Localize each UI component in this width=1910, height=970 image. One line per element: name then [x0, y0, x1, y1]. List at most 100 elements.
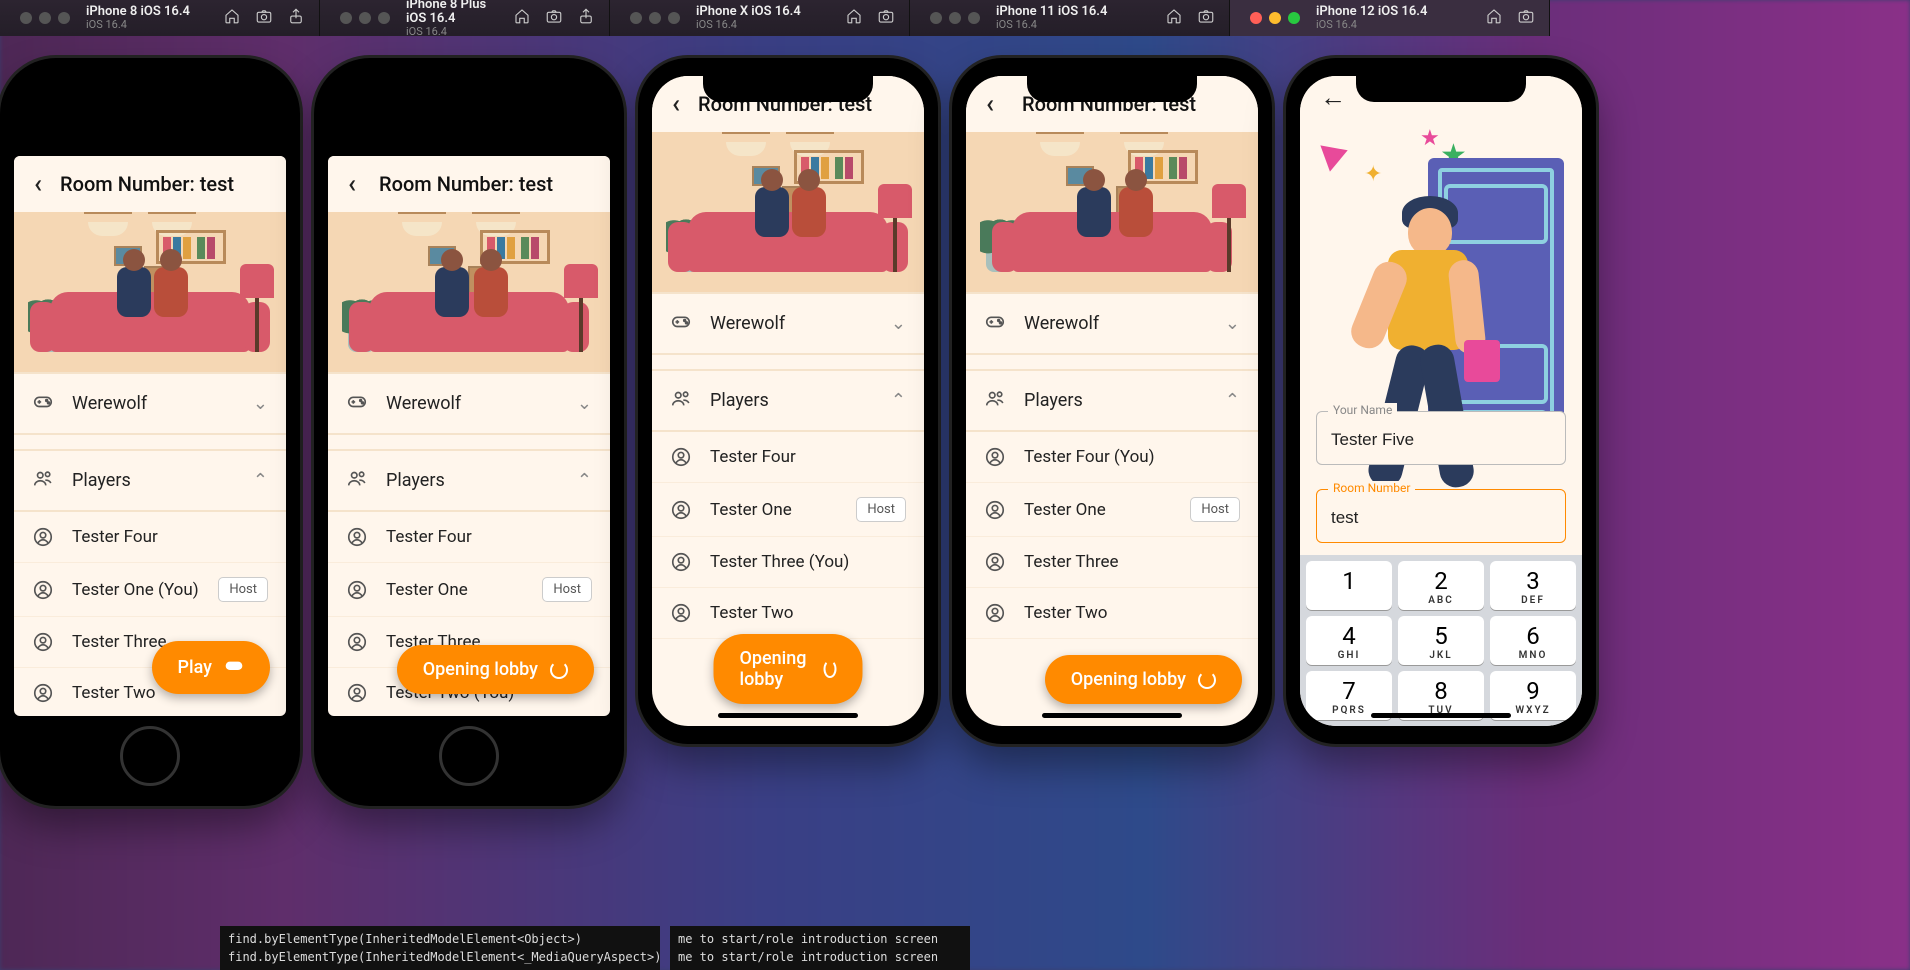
- phone-screen: ‹ Room Number: test Werewolf ⌄ Players ⌃…: [328, 156, 610, 716]
- share-icon[interactable]: [577, 7, 595, 29]
- players-section-header[interactable]: Players ⌃: [966, 369, 1258, 432]
- home-indicator[interactable]: [718, 713, 858, 718]
- home-indicator[interactable]: [1371, 713, 1511, 718]
- back-button[interactable]: ←: [1312, 78, 1354, 117]
- home-icon[interactable]: [223, 7, 241, 29]
- home-icon[interactable]: [513, 7, 531, 29]
- host-badge: Host: [856, 497, 906, 522]
- simulator-tab[interactable]: iPhone 8 Plus iOS 16.4 iOS 16.4: [320, 0, 610, 36]
- phone-1: ‹ Room Number: test Werewolf ⌄ Players ⌃…: [314, 58, 624, 806]
- lobby-illustration: [328, 212, 610, 372]
- phone-2: ‹ Room Number: test Werewolf ⌄ Players ⌃…: [638, 58, 938, 744]
- opening-lobby-button[interactable]: Opening lobby: [714, 634, 863, 704]
- simulator-os: iOS 16.4: [1316, 19, 1427, 31]
- home-icon[interactable]: [1165, 7, 1183, 29]
- people-icon: [984, 387, 1006, 414]
- player-row: Tester Two: [652, 588, 924, 639]
- screenshot-icon[interactable]: [1517, 7, 1535, 29]
- person-icon: [32, 682, 54, 704]
- person-icon: [346, 682, 368, 704]
- play-label: Play: [178, 657, 212, 678]
- share-icon[interactable]: [287, 7, 305, 29]
- screenshot-icon[interactable]: [255, 7, 273, 29]
- keypad-key-4[interactable]: 4 GHI: [1306, 616, 1392, 665]
- players-section-header[interactable]: Players ⌃: [652, 369, 924, 432]
- room-input[interactable]: [1316, 489, 1566, 543]
- screenshot-icon[interactable]: [545, 7, 563, 29]
- player-name: Tester Four: [710, 447, 906, 467]
- player-row: Tester OneHost: [328, 563, 610, 617]
- players-section-header[interactable]: Players ⌃: [14, 449, 286, 512]
- person-icon: [984, 551, 1006, 573]
- simulator-device: iPhone 8 Plus iOS 16.4: [406, 0, 503, 26]
- simulator-os: iOS 16.4: [996, 19, 1107, 31]
- person-icon: [670, 446, 692, 468]
- lobby-header: ‹ Room Number: test: [14, 156, 286, 212]
- home-indicator[interactable]: [1042, 713, 1182, 718]
- people-icon: [346, 467, 368, 494]
- chevron-up-icon: ⌃: [577, 470, 592, 491]
- player-name: Tester Four: [386, 527, 592, 547]
- opening-lobby-button[interactable]: Opening lobby: [1045, 655, 1242, 704]
- keypad-key-3[interactable]: 3 DEF: [1490, 561, 1576, 610]
- screenshot-icon[interactable]: [877, 7, 895, 29]
- game-selector[interactable]: Werewolf ⌄: [652, 292, 924, 355]
- chevron-down-icon: ⌄: [1225, 313, 1240, 334]
- simulator-tab[interactable]: iPhone 12 iOS 16.4 iOS 16.4: [1230, 0, 1550, 36]
- game-selector[interactable]: Werewolf ⌄: [966, 292, 1258, 355]
- room-field[interactable]: Room Number: [1316, 489, 1566, 543]
- simulator-tab[interactable]: iPhone 8 iOS 16.4 iOS 16.4: [0, 0, 320, 36]
- players-label: Players: [1024, 390, 1207, 411]
- game-label: Werewolf: [72, 393, 235, 414]
- keypad-key-5[interactable]: 5 JKL: [1398, 616, 1484, 665]
- player-row: Tester Three: [966, 537, 1258, 588]
- keypad-key-2[interactable]: 2 ABC: [1398, 561, 1484, 610]
- person-icon: [346, 579, 368, 601]
- player-row: Tester Four: [14, 512, 286, 563]
- simulator-device: iPhone 11 iOS 16.4: [996, 5, 1107, 19]
- players-section-header[interactable]: Players ⌃: [328, 449, 610, 512]
- home-icon[interactable]: [1485, 7, 1503, 29]
- person-icon: [670, 602, 692, 624]
- simulator-os: iOS 16.4: [406, 26, 503, 38]
- terminal-output: me to start/role introduction screen me …: [670, 926, 970, 970]
- person-icon: [984, 499, 1006, 521]
- simulator-tab[interactable]: iPhone 11 iOS 16.4 iOS 16.4: [910, 0, 1230, 36]
- phone-screen: ‹ Room Number: test Werewolf ⌄ Players ⌃…: [652, 76, 924, 726]
- player-name: Tester Two: [1024, 603, 1240, 623]
- home-button[interactable]: [120, 726, 180, 786]
- simulator-os: iOS 16.4: [696, 19, 801, 31]
- room-title: Room Number: test: [334, 172, 598, 196]
- player-name: Tester One: [710, 500, 838, 520]
- game-selector[interactable]: Werewolf ⌄: [14, 372, 286, 435]
- game-label: Werewolf: [1024, 313, 1207, 334]
- terminal-output: find.byElementType(InheritedModelElement…: [220, 926, 660, 970]
- game-label: Werewolf: [386, 393, 559, 414]
- player-row: Tester Two: [966, 588, 1258, 639]
- player-row: Tester Four: [328, 512, 610, 563]
- keypad-key-1[interactable]: 1: [1306, 561, 1392, 610]
- person-icon: [32, 526, 54, 548]
- game-selector[interactable]: Werewolf ⌄: [328, 372, 610, 435]
- player-row: Tester Four (You): [966, 432, 1258, 483]
- simulator-tab[interactable]: iPhone X iOS 16.4 iOS 16.4: [610, 0, 910, 36]
- gamepad-icon: [984, 310, 1006, 337]
- home-button[interactable]: [439, 726, 499, 786]
- gamepad-icon: [346, 390, 368, 417]
- screenshot-icon[interactable]: [1197, 7, 1215, 29]
- room-label: Room Number: [1328, 481, 1415, 495]
- play-button[interactable]: Play: [152, 641, 270, 694]
- opening-lobby-button[interactable]: Opening lobby: [397, 645, 594, 694]
- game-label: Werewolf: [710, 313, 873, 334]
- host-badge: Host: [1190, 497, 1240, 522]
- lobby-illustration: [14, 212, 286, 372]
- player-name: Tester Four (You): [1024, 447, 1240, 467]
- name-field[interactable]: Your Name: [1316, 411, 1566, 465]
- keypad-key-6[interactable]: 6 MNO: [1490, 616, 1576, 665]
- name-input[interactable]: [1316, 411, 1566, 465]
- spinner-icon: [824, 660, 837, 678]
- simulator-os: iOS 16.4: [86, 19, 190, 31]
- person-icon: [346, 526, 368, 548]
- chevron-up-icon: ⌃: [891, 390, 906, 411]
- home-icon[interactable]: [845, 7, 863, 29]
